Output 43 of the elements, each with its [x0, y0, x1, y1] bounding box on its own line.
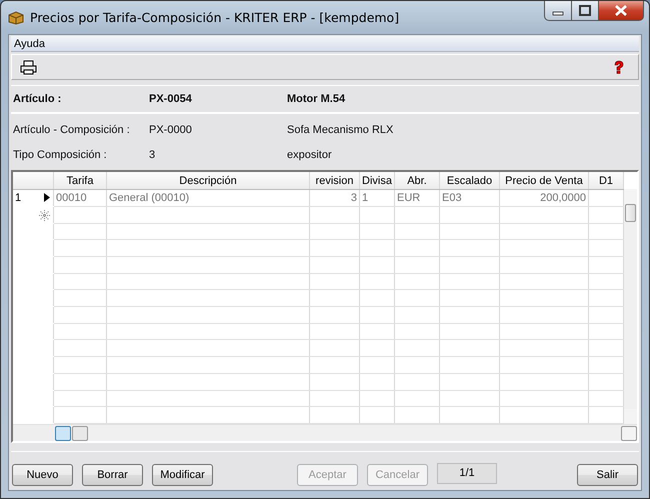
column-header[interactable]: Abr. — [394, 172, 440, 190]
field-value: 3 — [149, 148, 156, 160]
action-button[interactable]: Salir — [577, 464, 638, 486]
vertical-scrollbar[interactable] — [624, 189, 637, 424]
table-cell: E03 — [442, 192, 462, 204]
column-header[interactable]: Escalado — [440, 172, 500, 190]
action-button[interactable]: Borrar — [82, 464, 143, 486]
maximize-button[interactable] — [572, 1, 599, 21]
new-row-icon — [39, 210, 50, 221]
minimize-button[interactable] — [544, 1, 572, 21]
printer-icon[interactable] — [20, 60, 37, 74]
table-cell: EUR — [397, 192, 420, 204]
column-header[interactable]: Precio de Venta — [500, 172, 588, 190]
field-value: Sofa Mecanismo RLX — [287, 124, 394, 136]
field-label: Tipo Composición : — [12, 148, 108, 160]
row-number: 1 — [15, 192, 22, 204]
field-value: expositor — [287, 148, 332, 160]
window-title: Precios por Tarifa-Composición - KRITER ERP - [kempdemo] — [30, 10, 400, 25]
table-cell: 3 — [350, 192, 357, 204]
maximize-icon — [579, 5, 591, 16]
field-value: PX-0000 — [149, 124, 193, 136]
table-cell: 00010 — [56, 192, 87, 204]
action-button[interactable]: Modificar — [152, 464, 213, 486]
table-cell: 1 — [362, 192, 368, 204]
column-header[interactable]: Divisa — [360, 172, 394, 190]
column-header[interactable]: Tarifa — [54, 172, 106, 190]
box-icon — [8, 10, 24, 24]
record-counter: 1/1 — [437, 462, 497, 484]
horizontal-scrollbar[interactable] — [13, 424, 637, 441]
column-header[interactable]: revision — [310, 172, 360, 190]
column-header[interactable]: D1 — [588, 172, 624, 190]
field-value: Motor M.54 — [287, 93, 346, 105]
field-label: Artículo - Composición : — [12, 124, 131, 136]
column-header[interactable]: Descripción — [106, 172, 310, 190]
close-icon — [614, 5, 628, 16]
field-value: PX-0054 — [149, 93, 193, 105]
field-label: Artículo : — [12, 93, 62, 105]
close-button[interactable] — [599, 1, 644, 21]
help-icon[interactable] — [612, 60, 626, 74]
table-cell: 200,0000 — [540, 192, 586, 204]
table-cell: General (00010) — [109, 192, 190, 204]
action-button[interactable]: Nuevo — [12, 464, 73, 486]
menu-item[interactable]: Ayuda — [11, 38, 48, 50]
